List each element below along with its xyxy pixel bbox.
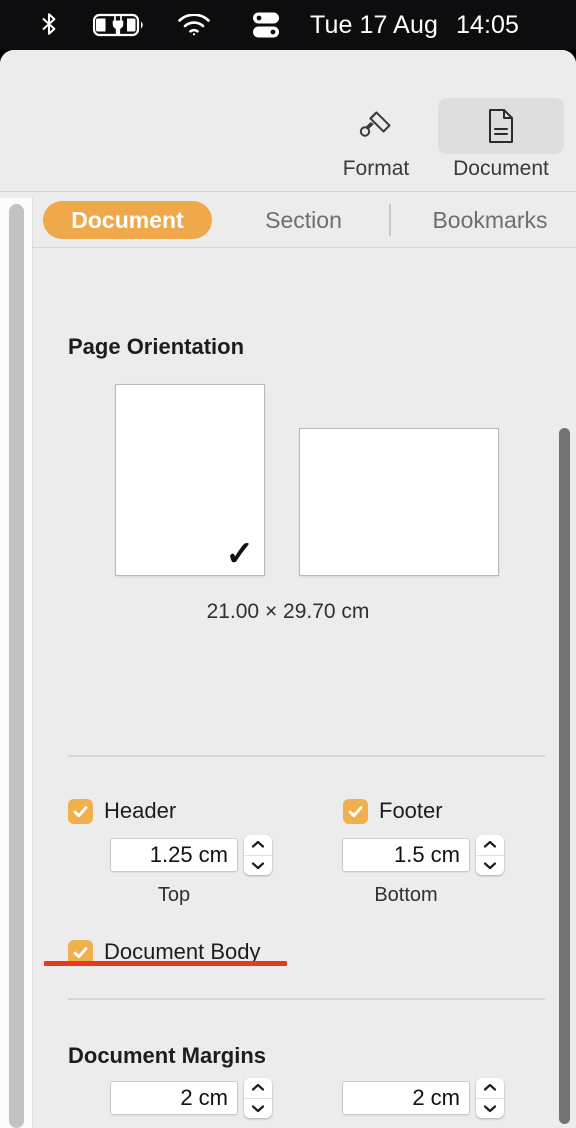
status-bar-date: Tue 17 Aug — [310, 10, 438, 39]
checkbox-label-footer: Footer — [379, 798, 443, 823]
toolbar-button-document[interactable]: Document — [438, 98, 564, 184]
margin-bottom-stepper[interactable] — [476, 1078, 504, 1118]
margin-top-stepper[interactable] — [244, 1078, 272, 1118]
footer-bottom-stepper[interactable] — [476, 835, 504, 875]
checkbox-row-footer[interactable]: Footer — [343, 798, 443, 824]
document-settings-panel: Page Orientation ✓ 21.00 × 29.70 cm Head… — [33, 248, 576, 1128]
checkbox-header[interactable] — [68, 798, 93, 824]
chevron-up-icon[interactable] — [244, 835, 272, 856]
checkmark-icon: ✓ — [225, 535, 255, 573]
toolbar-label-format: Format — [342, 157, 410, 180]
chevron-down-icon[interactable] — [244, 856, 272, 876]
chevron-up-icon[interactable] — [244, 1078, 272, 1099]
tab-document[interactable]: Document — [43, 201, 212, 239]
checkbox-footer[interactable] — [343, 798, 368, 824]
margin-top-input[interactable]: 2 cm — [110, 1081, 238, 1115]
toolbar-button-format[interactable]: Format — [313, 98, 439, 184]
inspector-window: Format Document Document Section Bookmar… — [0, 50, 576, 1128]
orientation-option-portrait[interactable]: ✓ — [115, 384, 265, 576]
tabbar-divider — [389, 204, 391, 236]
paintbrush-icon — [313, 98, 439, 154]
footer-bottom-caption: Bottom — [374, 884, 438, 906]
field-group-footer-bottom: 1.5 cm Bottom — [342, 835, 504, 907]
screen: Tue 17 Aug 14:05 Format Document Documen… — [0, 0, 576, 1128]
bluetooth-icon[interactable] — [36, 11, 62, 37]
field-group-margin-bottom: 2 cm Bottom — [342, 1078, 504, 1128]
header-top-input[interactable]: 1.25 cm — [110, 838, 238, 872]
page-size-label: 21.00 × 29.70 cm — [206, 600, 370, 623]
section-divider-2 — [68, 998, 545, 1000]
chevron-down-icon[interactable] — [476, 856, 504, 876]
chevron-up-icon[interactable] — [476, 1078, 504, 1099]
tab-section[interactable]: Section — [235, 201, 372, 239]
document-icon — [438, 98, 564, 154]
chevron-up-icon[interactable] — [476, 835, 504, 856]
section-divider-1 — [68, 755, 545, 757]
chevron-down-icon[interactable] — [244, 1099, 272, 1119]
field-group-margin-top: 2 cm Top — [110, 1078, 272, 1128]
tab-bookmarks[interactable]: Bookmarks — [410, 201, 570, 239]
document-margins-title: Document Margins — [68, 1043, 267, 1068]
orientation-option-landscape[interactable] — [299, 428, 499, 576]
annotation-underline — [44, 961, 287, 966]
status-bar-time: 14:05 — [455, 10, 520, 39]
document-scrollbar-thumb[interactable] — [9, 204, 24, 1128]
status-bar-clock[interactable]: Tue 17 Aug 14:05 — [310, 0, 519, 50]
inspector-toolbar: Format Document — [0, 50, 576, 192]
panel-scrollbar-thumb[interactable] — [559, 428, 570, 1124]
footer-bottom-input[interactable]: 1.5 cm — [342, 838, 470, 872]
margin-bottom-input[interactable]: 2 cm — [342, 1081, 470, 1115]
header-top-stepper[interactable] — [244, 835, 272, 875]
control-center-icon[interactable] — [250, 12, 286, 38]
chevron-down-icon[interactable] — [476, 1099, 504, 1119]
header-top-caption: Top — [157, 884, 191, 906]
document-scrollbar[interactable] — [0, 198, 33, 1128]
field-group-header-top: 1.25 cm Top — [110, 835, 272, 907]
wifi-icon[interactable] — [177, 14, 211, 36]
status-bar: Tue 17 Aug 14:05 — [0, 0, 576, 50]
page-orientation-title: Page Orientation — [68, 334, 245, 359]
inspector-tabbar: Document Section Bookmarks — [0, 192, 576, 248]
battery-charging-icon[interactable] — [93, 13, 151, 37]
checkbox-row-header[interactable]: Header — [68, 798, 176, 824]
toolbar-label-document: Document — [453, 157, 549, 180]
checkbox-label-header: Header — [104, 798, 177, 823]
